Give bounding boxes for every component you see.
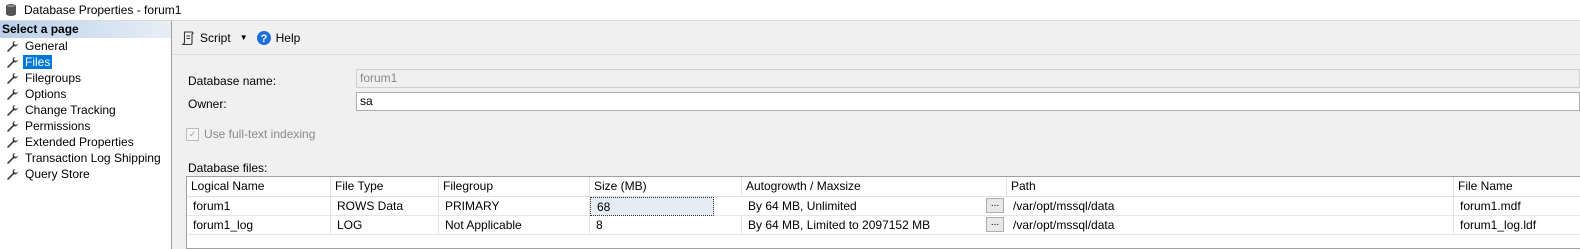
wrench-icon [6,72,19,85]
svg-text:?: ? [260,33,267,45]
window-title: Database Properties - forum1 [24,3,182,17]
autogrowth-cell[interactable]: By 64 MB, Limited to 2097152 MB [742,216,987,235]
sidebar-item-permissions[interactable]: Permissions [0,118,171,134]
autogrowth-ellipsis-button[interactable]: ... [986,198,1004,213]
filegroup-cell[interactable]: PRIMARY [439,197,590,216]
size-cell[interactable]: 68 [590,197,714,216]
sidebar-item-label: Query Store [25,167,90,181]
fulltext-indexing-label: Use full-text indexing [204,127,316,141]
sidebar-item-label: Options [25,87,67,101]
column-header-file-name[interactable]: File Name [1454,177,1580,196]
file-name-cell[interactable]: forum1_log.ldf [1454,216,1580,235]
column-header-size[interactable]: Size (MB) [590,177,742,196]
table-row[interactable]: forum1 ROWS Data PRIMARY 68 By 64 MB, Un… [187,197,1580,216]
sidebar-item-query-store[interactable]: Query Store [0,166,171,182]
page-selector-header: Select a page [0,21,171,38]
size-cell[interactable]: 8 [590,216,742,235]
wrench-icon [6,104,19,117]
title-bar: Database Properties - forum1 [0,0,1580,20]
sidebar-item-extended-properties[interactable]: Extended Properties [0,134,171,150]
owner-label: Owner: [188,97,227,111]
path-cell[interactable]: /var/opt/mssql/data [1007,216,1454,235]
sidebar-item-label: Filegroups [25,71,82,85]
sidebar-item-label: Files [23,55,53,69]
sidebar-item-change-tracking[interactable]: Change Tracking [0,102,171,118]
checkbox-check-icon: ✓ [186,127,199,141]
owner-field[interactable]: sa [356,92,1580,111]
sidebar-item-label: Extended Properties [25,135,134,149]
help-icon: ? [256,30,272,46]
files-page: Script ▼ ? Help Database name: forum1 Ow… [172,21,1580,249]
toolbar: Script ▼ ? Help [172,21,1580,54]
sidebar-item-label: Change Tracking [25,103,116,117]
sidebar-item-label: Permissions [25,119,91,133]
wrench-icon [6,40,19,53]
wrench-icon [6,152,19,165]
wrench-icon [6,88,19,101]
sidebar-item-label: General [25,39,68,53]
column-header-path[interactable]: Path [1007,177,1454,196]
autogrowth-cell[interactable]: By 64 MB, Unlimited [742,197,987,216]
database-name-label: Database name: [188,74,277,88]
dropdown-arrow-icon[interactable]: ▼ [240,33,248,42]
script-button[interactable]: Script ▼ [180,27,248,49]
column-header-autogrowth[interactable]: Autogrowth / Maxsize [742,177,1007,196]
sidebar-item-filegroups[interactable]: Filegroups [0,70,171,86]
sidebar-item-transaction-log-shipping[interactable]: Transaction Log Shipping [0,150,171,166]
wrench-icon [6,120,19,133]
page-selector-pane: Select a page General Files Filegroups O… [0,21,172,249]
column-header-filegroup[interactable]: Filegroup [439,177,590,196]
wrench-icon [6,56,19,69]
help-button[interactable]: ? Help [256,27,301,49]
database-files-label: Database files: [188,161,268,175]
file-name-cell[interactable]: forum1.mdf [1454,197,1580,216]
grid-header: Logical Name File Type Filegroup Size (M… [187,177,1580,197]
column-header-file-type[interactable]: File Type [331,177,439,196]
column-header-logical-name[interactable]: Logical Name [187,177,331,196]
sidebar-item-label: Transaction Log Shipping [25,151,161,165]
script-icon [180,30,196,46]
sidebar-item-options[interactable]: Options [0,86,171,102]
file-type-cell[interactable]: LOG [331,216,439,235]
script-label: Script [200,30,231,45]
database-icon [4,3,18,17]
logical-name-cell[interactable]: forum1_log [187,216,331,235]
path-cell[interactable]: /var/opt/mssql/data [1007,197,1454,216]
help-label: Help [275,30,301,45]
autogrowth-ellipsis-button[interactable]: ... [986,217,1004,232]
database-name-field: forum1 [356,69,1580,88]
table-row[interactable]: forum1_log LOG Not Applicable 8 By 64 MB… [187,216,1580,235]
file-type-cell[interactable]: ROWS Data [331,197,439,216]
fulltext-indexing-checkbox: ✓ Use full-text indexing [186,127,315,141]
logical-name-cell[interactable]: forum1 [187,197,331,216]
divider [172,54,1580,55]
wrench-icon [6,136,19,149]
filegroup-cell[interactable]: Not Applicable [439,216,590,235]
wrench-icon [6,168,19,181]
sidebar-item-files[interactable]: Files [0,54,171,70]
sidebar-item-general[interactable]: General [0,38,171,54]
database-files-grid: Logical Name File Type Filegroup Size (M… [186,176,1580,249]
